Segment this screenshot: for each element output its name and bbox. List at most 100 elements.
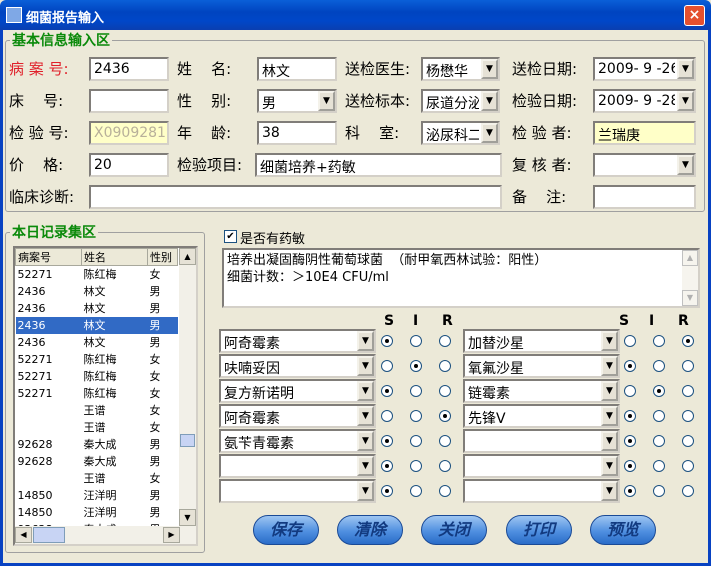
sir-radio-s[interactable] xyxy=(624,410,636,422)
sir-radio-i[interactable] xyxy=(653,410,665,422)
sir-radio-i[interactable] xyxy=(653,485,665,497)
chevron-down-icon[interactable]: ▼ xyxy=(357,381,374,401)
sir-radio-i[interactable] xyxy=(653,360,665,372)
chevron-down-icon[interactable]: ▼ xyxy=(601,356,618,376)
close-window-button[interactable]: × xyxy=(684,5,705,26)
table-row[interactable]: 2436 林文男 xyxy=(16,300,178,317)
sir-radio-r[interactable] xyxy=(682,360,694,372)
item-input[interactable]: 细菌培养+药敏 xyxy=(255,153,502,177)
sir-radio-r[interactable] xyxy=(439,410,451,422)
table-row[interactable]: 王谱 女 xyxy=(16,419,178,436)
sir-radio-s[interactable] xyxy=(624,460,636,472)
sir-radio-s[interactable] xyxy=(381,385,393,397)
sir-radio-i[interactable] xyxy=(653,435,665,447)
table-row[interactable]: 2436 林文男 xyxy=(15,316,178,334)
sir-radio-r[interactable] xyxy=(439,360,451,372)
drug-select[interactable]: 先锋Ⅴ ▼ xyxy=(463,404,620,428)
sensitivity-checkbox[interactable]: ✔ xyxy=(224,230,237,243)
table-row[interactable]: 52271 陈红梅 女 xyxy=(16,368,178,385)
drug-select[interactable]: ▼ xyxy=(463,454,620,478)
sir-radio-s[interactable] xyxy=(381,410,393,422)
column-header[interactable]: 病案号 xyxy=(15,248,82,266)
result-memo[interactable]: 培养出凝固酶阴性葡萄球菌 （耐甲氧西林试验：阳性） 细菌计数：＞10E4 CFU… xyxy=(222,248,700,308)
table-row[interactable]: 52271 陈红梅 女 xyxy=(16,351,178,368)
specimen-select[interactable]: 尿道分泌 ▼ xyxy=(421,89,500,113)
scroll-right-icon[interactable]: ▶ xyxy=(163,527,180,543)
chevron-down-icon[interactable]: ▼ xyxy=(677,91,694,111)
table-row[interactable]: 王谱 女 xyxy=(16,402,178,419)
sir-radio-s[interactable] xyxy=(624,435,636,447)
scroll-up-icon[interactable]: ▲ xyxy=(179,248,196,265)
chevron-down-icon[interactable]: ▼ xyxy=(357,456,374,476)
sir-radio-i[interactable] xyxy=(410,485,422,497)
table-row[interactable]: 92628 秦大成 男 xyxy=(16,436,178,453)
chevron-down-icon[interactable]: ▼ xyxy=(357,406,374,426)
chevron-down-icon[interactable]: ▼ xyxy=(601,481,618,501)
sir-radio-r[interactable] xyxy=(682,435,694,447)
sir-radio-s[interactable] xyxy=(624,485,636,497)
doctor-select[interactable]: 杨懋华 ▼ xyxy=(421,57,500,81)
sir-radio-i[interactable] xyxy=(410,435,422,447)
sir-radio-s[interactable] xyxy=(381,360,393,372)
drug-select[interactable]: ▼ xyxy=(219,479,376,503)
tester-input[interactable]: 兰瑞庚 xyxy=(593,121,696,145)
sir-radio-r[interactable] xyxy=(682,385,694,397)
sir-radio-r[interactable] xyxy=(682,485,694,497)
table-row[interactable]: 2436 林文男 xyxy=(16,334,178,351)
table-row[interactable]: 14850 汪洋明 男 xyxy=(16,504,178,521)
chevron-down-icon[interactable]: ▼ xyxy=(318,91,335,111)
chevron-down-icon[interactable]: ▼ xyxy=(357,331,374,351)
scroll-down-icon[interactable]: ▼ xyxy=(682,290,698,306)
drug-select[interactable]: 复方新诺明 ▼ xyxy=(219,379,376,403)
sir-radio-r[interactable] xyxy=(682,460,694,472)
drug-select[interactable]: ▼ xyxy=(463,479,620,503)
sir-radio-r[interactable] xyxy=(439,335,451,347)
sir-radio-i[interactable] xyxy=(653,385,665,397)
chevron-down-icon[interactable]: ▼ xyxy=(481,91,498,111)
drug-select[interactable]: 氨苄青霉素 ▼ xyxy=(219,429,376,453)
chevron-down-icon[interactable]: ▼ xyxy=(601,381,618,401)
scroll-thumb[interactable] xyxy=(180,434,195,447)
diagnosis-input[interactable] xyxy=(89,185,502,209)
drug-select[interactable]: 链霉素 ▼ xyxy=(463,379,620,403)
chevron-down-icon[interactable]: ▼ xyxy=(357,431,374,451)
records-grid[interactable]: 病案号 姓名 性别 52271 陈红梅女 2436 林文男 2436 林文男 2436 林文男 24… xyxy=(13,246,198,546)
preview-button[interactable]: 预览 xyxy=(590,515,656,545)
name-input[interactable]: 林文 xyxy=(257,57,337,81)
sex-select[interactable]: 男 ▼ xyxy=(257,89,337,113)
chevron-down-icon[interactable]: ▼ xyxy=(601,431,618,451)
sir-radio-i[interactable] xyxy=(410,385,422,397)
chevron-down-icon[interactable]: ▼ xyxy=(357,481,374,501)
sir-radio-s[interactable] xyxy=(624,385,636,397)
sir-radio-i[interactable] xyxy=(653,460,665,472)
scroll-down-icon[interactable]: ▼ xyxy=(179,509,196,526)
table-row[interactable]: 2436 林文男 xyxy=(16,283,178,300)
chevron-down-icon[interactable]: ▼ xyxy=(601,456,618,476)
sir-radio-s[interactable] xyxy=(381,435,393,447)
sir-radio-i[interactable] xyxy=(410,335,422,347)
scroll-left-icon[interactable]: ◀ xyxy=(15,527,32,543)
sir-radio-i[interactable] xyxy=(410,460,422,472)
sir-radio-r[interactable] xyxy=(439,485,451,497)
test-no-input[interactable]: X09092816 xyxy=(89,121,169,145)
chevron-down-icon[interactable]: ▼ xyxy=(601,331,618,351)
test-date-picker[interactable]: 2009- 9 -28 ▼ xyxy=(593,89,696,113)
scroll-thumb[interactable] xyxy=(33,527,65,543)
date-picker[interactable]: 2009- 9 -26 ▼ xyxy=(593,57,696,81)
table-row[interactable]: 14850 汪洋明 男 xyxy=(16,487,178,504)
sir-radio-i[interactable] xyxy=(410,410,422,422)
sir-radio-s[interactable] xyxy=(381,460,393,472)
sir-radio-r[interactable] xyxy=(439,385,451,397)
close-button[interactable]: 关闭 xyxy=(421,515,487,545)
table-row[interactable]: 92628 秦大成 男 xyxy=(16,453,178,470)
sir-radio-r[interactable] xyxy=(439,435,451,447)
table-row[interactable]: 52271 陈红梅 女 xyxy=(16,385,178,402)
chevron-down-icon[interactable]: ▼ xyxy=(601,406,618,426)
print-button[interactable]: 打印 xyxy=(506,515,572,545)
chevron-down-icon[interactable]: ▼ xyxy=(481,123,498,143)
drug-select[interactable]: ▼ xyxy=(463,429,620,453)
sir-radio-s[interactable] xyxy=(381,485,393,497)
dept-select[interactable]: 泌尿科二 ▼ xyxy=(421,121,500,145)
age-input[interactable]: 38 xyxy=(257,121,337,145)
bed-input[interactable] xyxy=(89,89,169,113)
